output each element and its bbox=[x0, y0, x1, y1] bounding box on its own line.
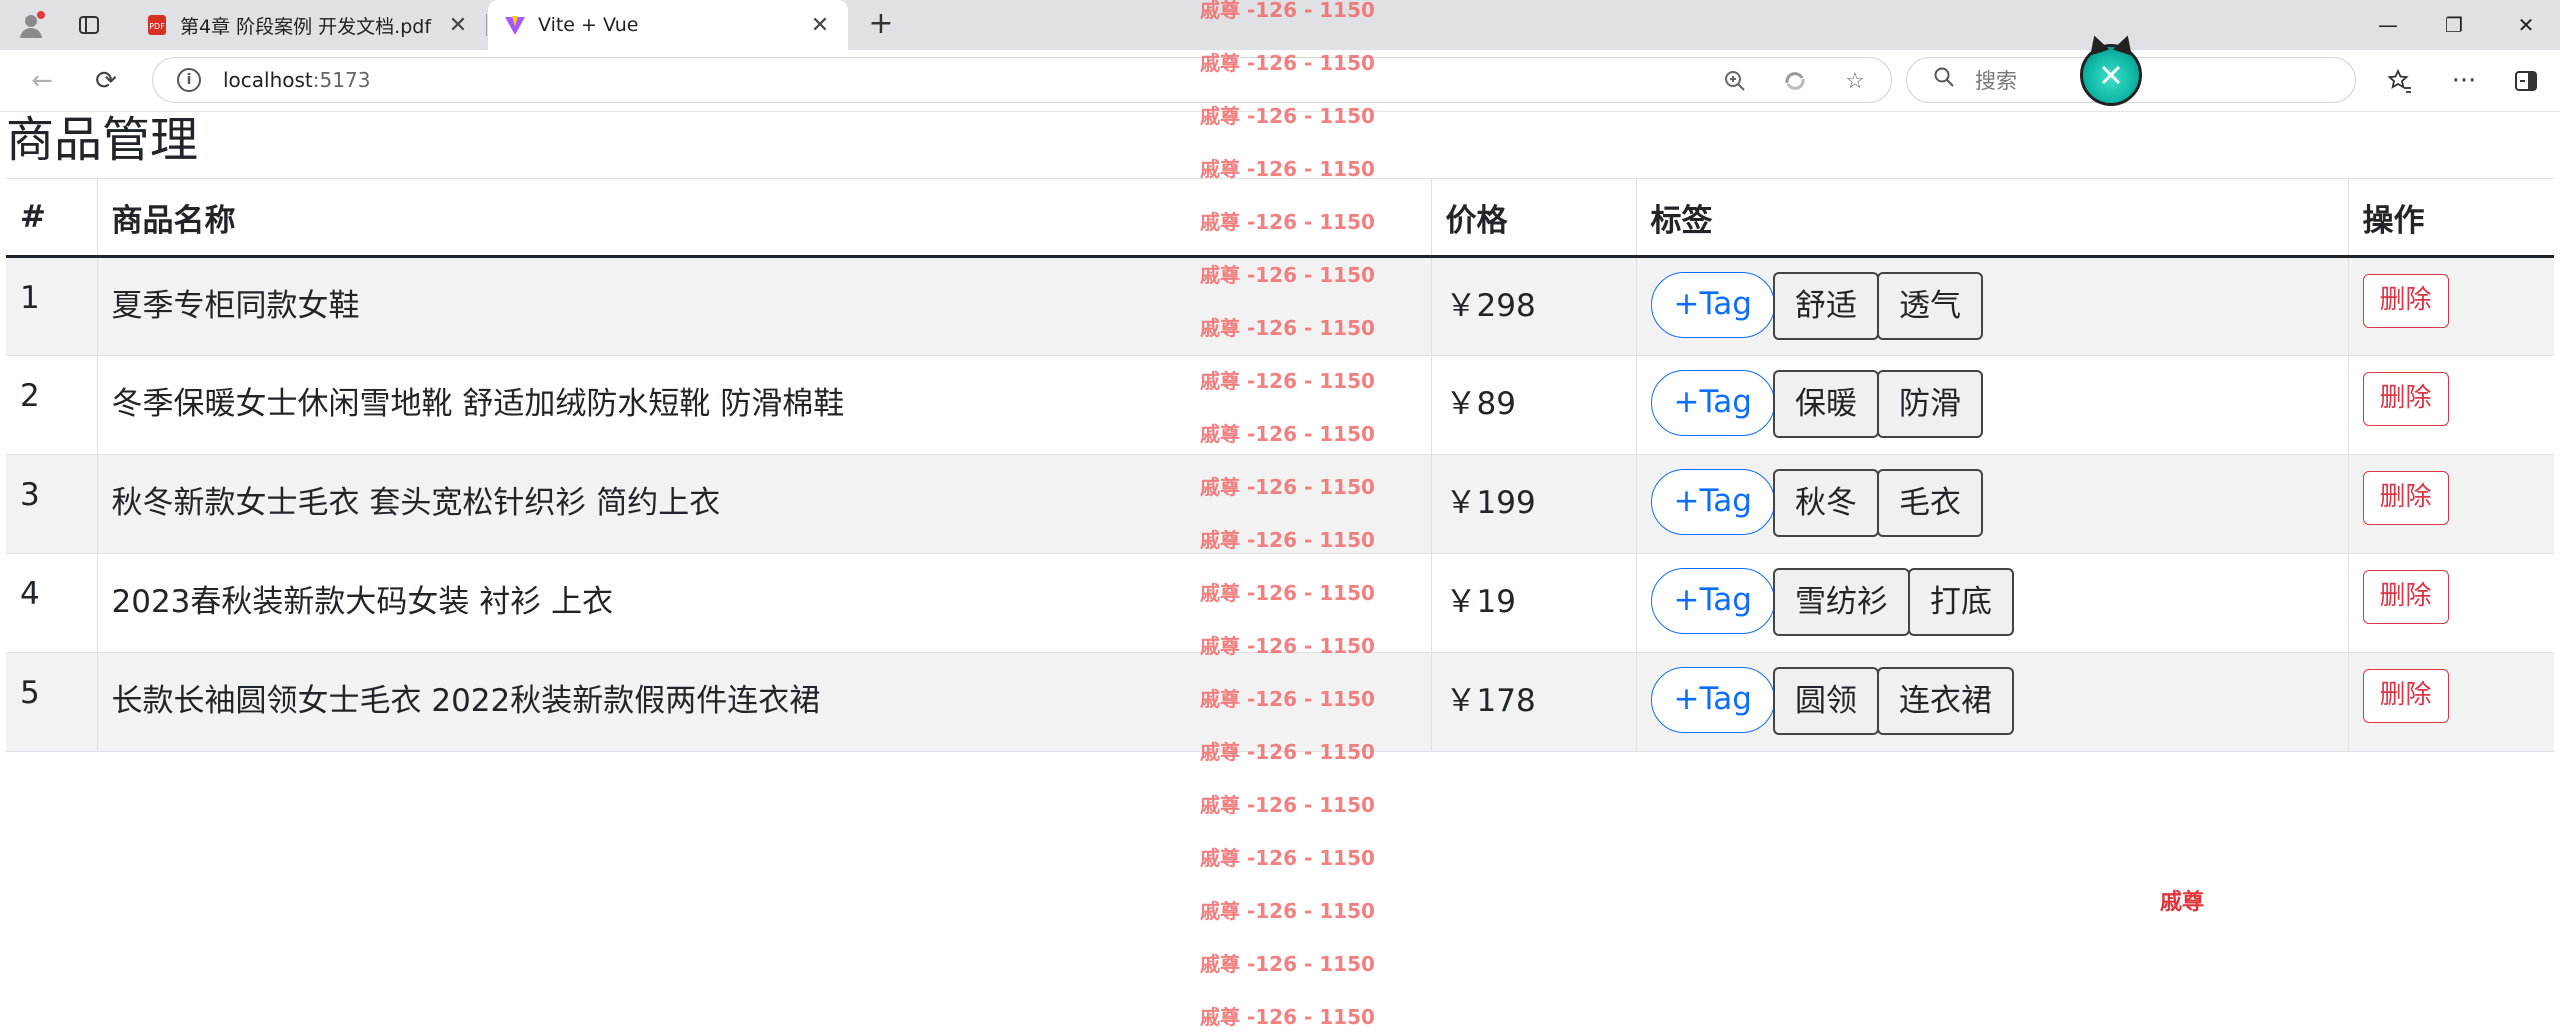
delete-button[interactable]: 删除 bbox=[2362, 570, 2449, 624]
column-header-name: 商品名称 bbox=[96, 178, 1431, 258]
tag-badge: 雪纺衫 bbox=[1772, 568, 1910, 636]
tab-pdf[interactable]: PDF 第4章 阶段案例 开发文档.pdf ✕ bbox=[130, 0, 486, 50]
favorite-star-icon[interactable]: ☆ bbox=[1841, 67, 1869, 95]
watermark-text: 戚尊 -126 - 1150 bbox=[1200, 846, 1375, 870]
product-price: ￥178 bbox=[1430, 652, 1636, 752]
url-text[interactable]: localhost:5173 bbox=[223, 68, 370, 92]
table-row: 4 2023春秋装新款大码女装 衬衫 上衣 ￥19 +Tag 雪纺衫 打底 删除 bbox=[6, 553, 2554, 653]
column-header-tags: 标签 bbox=[1635, 178, 2348, 258]
table-row: 1 夏季专柜同款女鞋 ￥298 +Tag 舒适 透气 删除 bbox=[6, 256, 2554, 356]
add-tag-button[interactable]: +Tag bbox=[1650, 469, 1775, 535]
table-header-row: # 商品名称 价格 标签 操作 bbox=[6, 178, 2554, 258]
app-root: 商品管理 # 商品名称 价格 标签 操作 1 夏季专柜同款女鞋 ￥298 +Ta… bbox=[6, 112, 2554, 752]
product-name: 长款长袖圆领女士毛衣 2022秋装新款假两件连衣裙 bbox=[96, 652, 1431, 752]
row-index: 1 bbox=[6, 256, 97, 356]
pdf-icon: PDF bbox=[148, 15, 166, 35]
tag-badge: 秋冬 bbox=[1772, 469, 1879, 537]
delete-button[interactable]: 删除 bbox=[2362, 372, 2449, 426]
delete-button[interactable]: 删除 bbox=[2362, 471, 2449, 525]
close-window-button[interactable]: ✕ bbox=[2496, 0, 2556, 50]
row-index: 5 bbox=[6, 652, 97, 752]
zoom-icon[interactable] bbox=[1721, 67, 1749, 95]
column-header-index: # bbox=[6, 178, 97, 258]
tab-strip: PDF 第4章 阶段案例 开发文档.pdf ✕ Vite + Vue ✕ + —… bbox=[0, 0, 2560, 50]
add-tag-button[interactable]: +Tag bbox=[1650, 667, 1775, 733]
product-price: ￥89 bbox=[1430, 355, 1636, 455]
address-bar[interactable]: i localhost:5173 ☆ bbox=[152, 57, 1892, 103]
page-title: 商品管理 bbox=[6, 112, 199, 168]
close-tab-icon[interactable]: ✕ bbox=[808, 13, 832, 38]
watermark-text: 戚尊 -126 - 1150 bbox=[1200, 793, 1375, 817]
more-menu-icon[interactable]: ··· bbox=[2446, 63, 2482, 99]
sidebar-toggle-icon[interactable] bbox=[2508, 63, 2544, 99]
tag-badge: 透气 bbox=[1876, 272, 1983, 340]
tags-cell: +Tag 圆领 连衣裙 bbox=[1635, 652, 2348, 752]
add-tag-button[interactable]: +Tag bbox=[1650, 370, 1775, 436]
favorites-icon[interactable] bbox=[2382, 63, 2418, 99]
row-index: 2 bbox=[6, 355, 97, 455]
product-price: ￥298 bbox=[1430, 256, 1636, 356]
tab-vite-vue[interactable]: Vite + Vue ✕ bbox=[488, 0, 848, 50]
tab-title: 第4章 阶段案例 开发文档.pdf bbox=[180, 15, 432, 38]
product-price: ￥19 bbox=[1430, 553, 1636, 653]
tag-badge: 毛衣 bbox=[1876, 469, 1983, 537]
new-tab-button[interactable]: + bbox=[862, 6, 900, 44]
tag-badge: 圆领 bbox=[1772, 667, 1879, 735]
tags-cell: +Tag 舒适 透气 bbox=[1635, 256, 2348, 356]
column-header-actions: 操作 bbox=[2347, 178, 2554, 258]
watermark-text: 戚尊 -126 - 1150 bbox=[1200, 1005, 1375, 1029]
back-icon[interactable]: ← bbox=[24, 63, 60, 99]
product-price: ￥199 bbox=[1430, 454, 1636, 554]
product-name: 冬季保暖女士休闲雪地靴 舒适加绒防水短靴 防滑棉鞋 bbox=[96, 355, 1431, 455]
minimize-button[interactable]: — bbox=[2358, 0, 2418, 50]
address-toolbar: ← ⟳ i localhost:5173 ☆ 搜索 ··· bbox=[0, 50, 2560, 112]
reload-icon[interactable]: ⟳ bbox=[88, 63, 124, 99]
delete-button[interactable]: 删除 bbox=[2362, 274, 2449, 328]
table-row: 2 冬季保暖女士休闲雪地靴 舒适加绒防水短靴 防滑棉鞋 ￥89 +Tag 保暖 防滑… bbox=[6, 355, 2554, 455]
search-icon bbox=[1933, 66, 1955, 94]
row-index: 3 bbox=[6, 454, 97, 554]
goods-table: # 商品名称 价格 标签 操作 1 夏季专柜同款女鞋 ￥298 +Tag 舒适 透气… bbox=[6, 178, 2554, 752]
tags-cell: +Tag 雪纺衫 打底 bbox=[1635, 553, 2348, 653]
column-header-price: 价格 bbox=[1430, 178, 1636, 258]
product-name: 2023春秋装新款大码女装 衬衫 上衣 bbox=[96, 553, 1431, 653]
delete-button[interactable]: 删除 bbox=[2362, 669, 2449, 723]
tag-badge: 打底 bbox=[1907, 568, 2014, 636]
actions-cell: 删除 bbox=[2347, 256, 2554, 356]
tag-badge: 舒适 bbox=[1772, 272, 1879, 340]
cat-extension-avatar-icon[interactable] bbox=[2080, 44, 2142, 106]
watermark-label: 戚尊 bbox=[2160, 890, 2205, 915]
tag-badge: 防滑 bbox=[1876, 370, 1983, 438]
table-row: 5 长款长袖圆领女士毛衣 2022秋装新款假两件连衣裙 ￥178 +Tag 圆领连… bbox=[6, 652, 2554, 752]
add-tag-button[interactable]: +Tag bbox=[1650, 568, 1775, 634]
actions-cell: 删除 bbox=[2347, 355, 2554, 455]
product-name: 夏季专柜同款女鞋 bbox=[96, 256, 1431, 356]
watermark-text: 戚尊 -126 - 1150 bbox=[1200, 952, 1375, 976]
table-row: 3 秋冬新款女士毛衣 套头宽松针织衫 简约上衣 ￥199 +Tag 秋冬 毛衣 删除 bbox=[6, 454, 2554, 554]
browser-essentials-icon[interactable] bbox=[1781, 67, 1809, 95]
search-placeholder: 搜索 bbox=[1975, 69, 2017, 93]
tab-separator bbox=[486, 14, 487, 36]
svg-text:PDF: PDF bbox=[149, 22, 165, 31]
tags-cell: +Tag 秋冬 毛衣 bbox=[1635, 454, 2348, 554]
tag-badge: 连衣裙 bbox=[1876, 667, 2014, 735]
close-tab-icon[interactable]: ✕ bbox=[446, 13, 470, 38]
actions-cell: 删除 bbox=[2347, 553, 2554, 653]
tag-badge: 保暖 bbox=[1772, 370, 1879, 438]
profile-icon[interactable] bbox=[14, 8, 48, 42]
restore-button[interactable]: ❐ bbox=[2424, 0, 2484, 50]
site-info-icon[interactable]: i bbox=[177, 68, 201, 92]
tags-cell: +Tag 保暖 防滑 bbox=[1635, 355, 2348, 455]
tab-title: Vite + Vue bbox=[538, 14, 639, 36]
actions-cell: 删除 bbox=[2347, 454, 2554, 554]
product-name: 秋冬新款女士毛衣 套头宽松针织衫 简约上衣 bbox=[96, 454, 1431, 554]
add-tag-button[interactable]: +Tag bbox=[1650, 272, 1775, 338]
watermark-text: 戚尊 -126 - 1150 bbox=[1200, 899, 1375, 923]
tab-actions-icon[interactable] bbox=[72, 8, 106, 42]
actions-cell: 删除 bbox=[2347, 652, 2554, 752]
row-index: 4 bbox=[6, 553, 97, 653]
vite-icon bbox=[505, 16, 525, 35]
